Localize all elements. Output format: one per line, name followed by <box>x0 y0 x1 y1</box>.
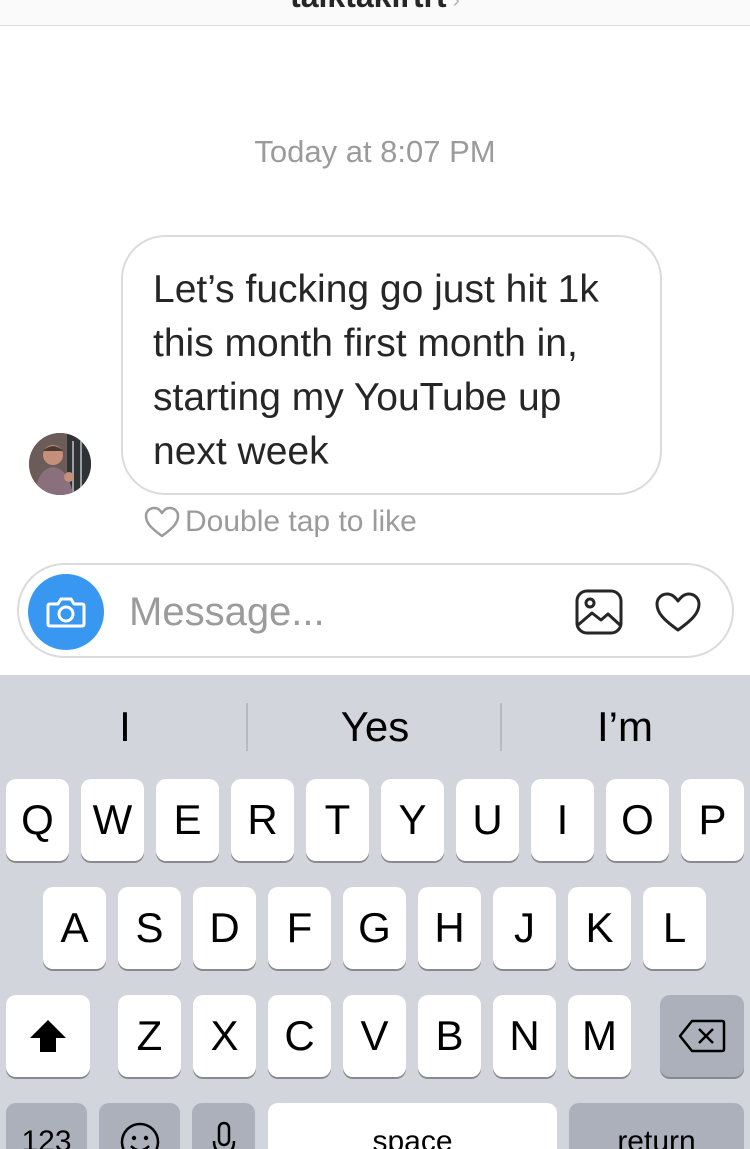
message-input[interactable] <box>129 583 549 641</box>
suggestion-2[interactable]: Yes <box>250 699 500 755</box>
emoji-key[interactable] <box>99 1103 180 1149</box>
key-f[interactable]: F <box>268 887 331 969</box>
message-bubble[interactable]: Let’s fucking go just hit 1k this month … <box>121 235 662 495</box>
header-title[interactable]: talktakirtrt › <box>0 0 750 15</box>
key-k[interactable]: K <box>568 887 631 969</box>
message-text: Let’s fucking go just hit 1k this month … <box>153 268 599 473</box>
backspace-icon <box>678 1019 726 1053</box>
key-x[interactable]: X <box>193 995 256 1077</box>
space-key[interactable]: space <box>268 1103 557 1149</box>
double-tap-hint: Double tap to like <box>143 502 417 542</box>
keyboard: I Yes I’m Q W E R T Y U I O P A S D F G … <box>0 675 750 1149</box>
suggestion-3[interactable]: I’m <box>500 699 750 755</box>
camera-button[interactable] <box>28 574 104 650</box>
message-composer <box>17 563 734 658</box>
like-button[interactable] <box>653 587 703 637</box>
header-username[interactable]: talktakirtrt <box>290 0 447 14</box>
emoji-icon <box>120 1122 159 1149</box>
suggestion-divider <box>246 703 248 751</box>
key-g[interactable]: G <box>343 887 406 969</box>
avatar[interactable] <box>29 433 91 495</box>
key-l[interactable]: L <box>643 887 706 969</box>
key-i[interactable]: I <box>531 779 594 861</box>
key-w[interactable]: W <box>81 779 144 861</box>
key-m[interactable]: M <box>568 995 631 1077</box>
message-timestamp: Today at 8:07 PM <box>254 134 496 169</box>
predictive-bar: I Yes I’m <box>0 675 750 779</box>
key-d[interactable]: D <box>193 887 256 969</box>
key-o[interactable]: O <box>606 779 669 861</box>
key-s[interactable]: S <box>118 887 181 969</box>
key-b[interactable]: B <box>418 995 481 1077</box>
key-y[interactable]: Y <box>381 779 444 861</box>
key-u[interactable]: U <box>456 779 519 861</box>
key-n[interactable]: N <box>493 995 556 1077</box>
conversation-header: talktakirtrt › <box>0 0 750 26</box>
chevron-right-icon: › <box>453 0 460 13</box>
camera-icon <box>46 597 86 628</box>
key-a[interactable]: A <box>43 887 106 969</box>
gallery-button[interactable] <box>574 587 624 637</box>
suggestion-1[interactable]: I <box>0 699 250 755</box>
shift-key[interactable] <box>6 995 90 1077</box>
microphone-icon <box>212 1121 235 1149</box>
return-key[interactable]: return <box>569 1103 744 1149</box>
key-t[interactable]: T <box>306 779 369 861</box>
heart-outline-icon <box>144 506 180 538</box>
backspace-key[interactable] <box>660 995 744 1077</box>
dictation-key[interactable] <box>192 1103 255 1149</box>
key-p[interactable]: P <box>681 779 744 861</box>
key-z[interactable]: Z <box>118 995 181 1077</box>
key-v[interactable]: V <box>343 995 406 1077</box>
shift-icon <box>30 1020 66 1052</box>
numbers-key[interactable]: 123 <box>6 1103 87 1149</box>
double-tap-label: Double tap to like <box>185 505 417 538</box>
heart-icon <box>655 592 701 632</box>
key-j[interactable]: J <box>493 887 556 969</box>
avatar-image <box>29 433 91 495</box>
key-q[interactable]: Q <box>6 779 69 861</box>
key-e[interactable]: E <box>156 779 219 861</box>
key-c[interactable]: C <box>268 995 331 1077</box>
photo-gallery-icon <box>575 589 623 635</box>
key-r[interactable]: R <box>231 779 294 861</box>
key-h[interactable]: H <box>418 887 481 969</box>
